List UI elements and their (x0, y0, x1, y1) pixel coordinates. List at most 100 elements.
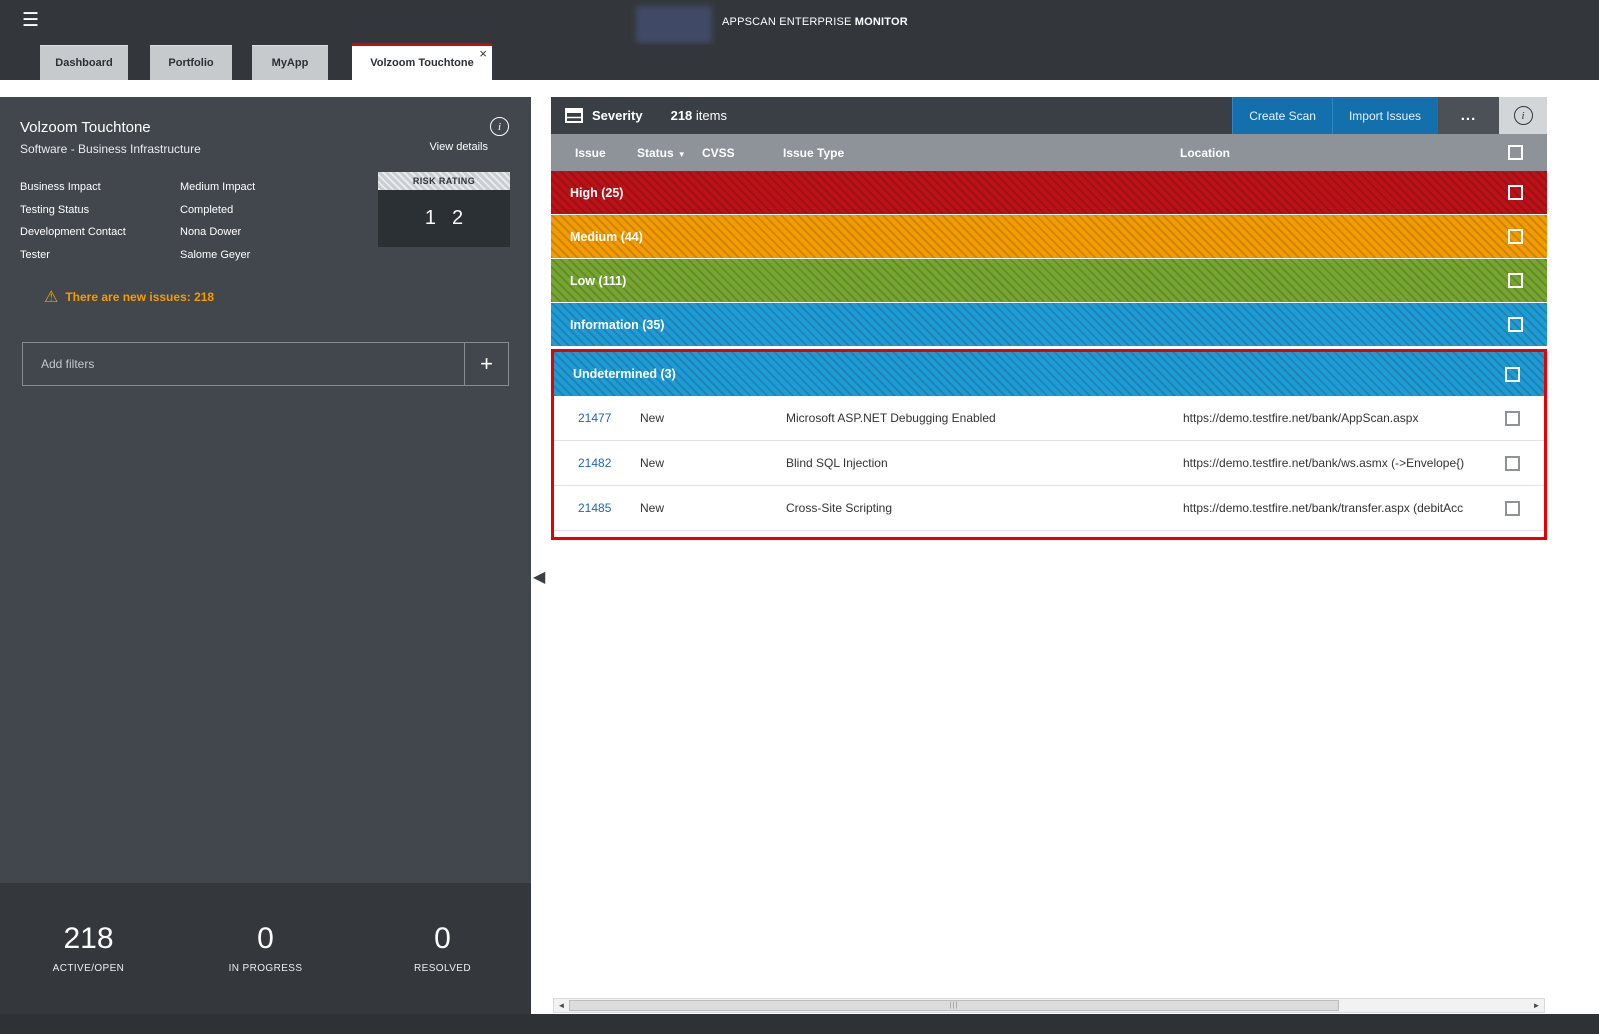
severity-group-undetermined[interactable]: Undetermined (3) (554, 352, 1544, 396)
issues-panel: Severity 218 items Create Scan Import Is… (551, 97, 1547, 1014)
scroll-left-icon[interactable]: ◄ (554, 998, 569, 1013)
group-checkbox[interactable] (1505, 367, 1520, 382)
risk-rating-values: 1 2 (378, 190, 510, 247)
issue-type: Cross-Site Scripting (786, 501, 1183, 515)
application-subtitle: Software - Business Infrastructure (20, 142, 201, 156)
application-title: Volzoom Touchtone (20, 119, 151, 136)
issue-row[interactable]: 21482 New Blind SQL Injection https://de… (554, 441, 1544, 486)
scrollbar-track[interactable]: ||| (569, 999, 1529, 1012)
column-header-status[interactable]: Status ▼ (637, 146, 702, 160)
stat-active-open: 218 ACTIVE/OPEN (0, 883, 177, 1014)
issue-location: https://demo.testfire.net/bank/AppScan.a… (1183, 411, 1504, 425)
scroll-right-icon[interactable]: ► (1529, 998, 1544, 1013)
scrollbar-thumb[interactable]: ||| (569, 1000, 1339, 1011)
column-header-cvss[interactable]: CVSS (702, 146, 783, 160)
filter-bar: + (22, 342, 509, 386)
app-title: APPSCAN ENTERPRISE MONITOR (722, 16, 908, 28)
issue-id-link[interactable]: 21477 (578, 411, 640, 425)
highlight-annotation: Undetermined (3) 21477 New Microsoft ASP… (551, 349, 1547, 540)
severity-group-label: Medium (44) (570, 230, 643, 244)
severity-group-information[interactable]: Information (35) (551, 303, 1547, 347)
issue-id-link[interactable]: 21485 (578, 501, 640, 515)
field-label: Tester (20, 249, 180, 272)
column-header-issue-type[interactable]: Issue Type (783, 146, 1180, 160)
issue-row[interactable]: 21477 New Microsoft ASP.NET Debugging En… (554, 396, 1544, 441)
more-actions-button[interactable]: ... (1437, 97, 1499, 134)
issue-id-link[interactable]: 21482 (578, 456, 640, 470)
risk-rating-value: 2 (452, 207, 463, 230)
severity-group-label: Undetermined (3) (573, 367, 676, 381)
group-by-severity-selector[interactable]: Severity (592, 108, 643, 123)
stat-label: IN PROGRESS (177, 963, 354, 974)
app-title-regular: APPSCAN ENTERPRISE (722, 16, 855, 28)
column-header-status-label: Status (637, 146, 674, 160)
add-filter-button[interactable]: + (464, 343, 508, 385)
stat-label: RESOLVED (354, 963, 531, 974)
field-value: Nona Dower (180, 226, 241, 249)
tab-label: MyApp (272, 57, 309, 69)
group-checkbox[interactable] (1508, 185, 1523, 200)
issues-toolbar: Severity 218 items Create Scan Import Is… (551, 97, 1547, 134)
panel-info-button[interactable]: i (1499, 97, 1547, 134)
issue-location: https://demo.testfire.net/bank/ws.asmx (… (1183, 456, 1504, 470)
stat-label: ACTIVE/OPEN (0, 963, 177, 974)
issue-stats-bar: 218 ACTIVE/OPEN 0 IN PROGRESS 0 RESOLVED (0, 883, 531, 1014)
row-checkbox[interactable] (1505, 456, 1520, 471)
issue-type: Microsoft ASP.NET Debugging Enabled (786, 411, 1183, 425)
issue-row[interactable]: 21485 New Cross-Site Scripting https://d… (554, 486, 1544, 531)
view-details-link[interactable]: View details (430, 141, 489, 153)
field-label: Testing Status (20, 204, 180, 227)
severity-group-high[interactable]: High (25) (551, 171, 1547, 215)
tab-label: Dashboard (55, 57, 112, 69)
group-checkbox[interactable] (1508, 273, 1523, 288)
tab-volzoom-touchtone[interactable]: Volzoom Touchtone × (352, 43, 492, 80)
bottom-bar (0, 1014, 1599, 1034)
tab-bar: Dashboard Portfolio MyApp Volzoom Toucht… (0, 45, 1599, 80)
items-count: 218 items (671, 108, 727, 123)
tab-dashboard[interactable]: Dashboard (40, 45, 128, 80)
stat-value: 0 (177, 923, 354, 955)
top-bar: ☰ APPSCAN ENTERPRISE MONITOR (0, 0, 1599, 45)
tab-portfolio[interactable]: Portfolio (150, 45, 232, 80)
items-count-suffix: items (696, 108, 727, 123)
column-header-issue[interactable]: Issue (575, 146, 637, 160)
add-filters-input[interactable] (23, 343, 464, 385)
horizontal-scrollbar[interactable]: ◄ ||| ► (553, 998, 1545, 1013)
severity-group-low[interactable]: Low (111) (551, 259, 1547, 303)
issue-status: New (640, 456, 705, 470)
tab-label: Volzoom Touchtone (370, 57, 473, 69)
menu-icon[interactable]: ☰ (22, 9, 39, 32)
group-checkbox[interactable] (1508, 317, 1523, 332)
scrollbar-grip-icon: ||| (950, 1002, 958, 1009)
info-icon: i (1514, 106, 1533, 125)
group-checkbox[interactable] (1508, 229, 1523, 244)
risk-rating-value: 1 (425, 207, 436, 230)
field-label: Business Impact (20, 181, 180, 204)
severity-group-label: High (25) (570, 186, 623, 200)
info-icon[interactable]: i (490, 117, 509, 136)
warning-icon: ⚠ (44, 287, 58, 307)
stat-in-progress: 0 IN PROGRESS (177, 883, 354, 1014)
select-all-checkbox[interactable] (1508, 145, 1523, 160)
row-checkbox[interactable] (1505, 411, 1520, 426)
field-row: Tester Salome Geyer (20, 249, 255, 272)
severity-grid-icon (565, 108, 583, 123)
tab-myapp[interactable]: MyApp (252, 45, 328, 80)
create-scan-button[interactable]: Create Scan (1232, 97, 1332, 134)
tab-label: Portfolio (168, 57, 213, 69)
sort-desc-icon: ▼ (678, 150, 686, 159)
close-icon[interactable]: × (479, 47, 487, 60)
new-issues-alert[interactable]: ⚠ There are new issues: 218 (44, 287, 214, 307)
import-issues-button[interactable]: Import Issues (1332, 97, 1437, 134)
collapse-panel-icon[interactable]: ◀ (533, 567, 545, 587)
row-checkbox[interactable] (1505, 501, 1520, 516)
severity-group-medium[interactable]: Medium (44) (551, 215, 1547, 259)
application-fields: Business Impact Medium Impact Testing St… (20, 181, 255, 271)
column-header-location[interactable]: Location (1180, 146, 1507, 160)
issue-status: New (640, 501, 705, 515)
stat-value: 218 (0, 923, 177, 955)
stat-value: 0 (354, 923, 531, 955)
items-count-value: 218 (671, 108, 693, 123)
severity-group-label: Information (35) (570, 318, 664, 332)
issue-location: https://demo.testfire.net/bank/transfer.… (1183, 501, 1504, 515)
